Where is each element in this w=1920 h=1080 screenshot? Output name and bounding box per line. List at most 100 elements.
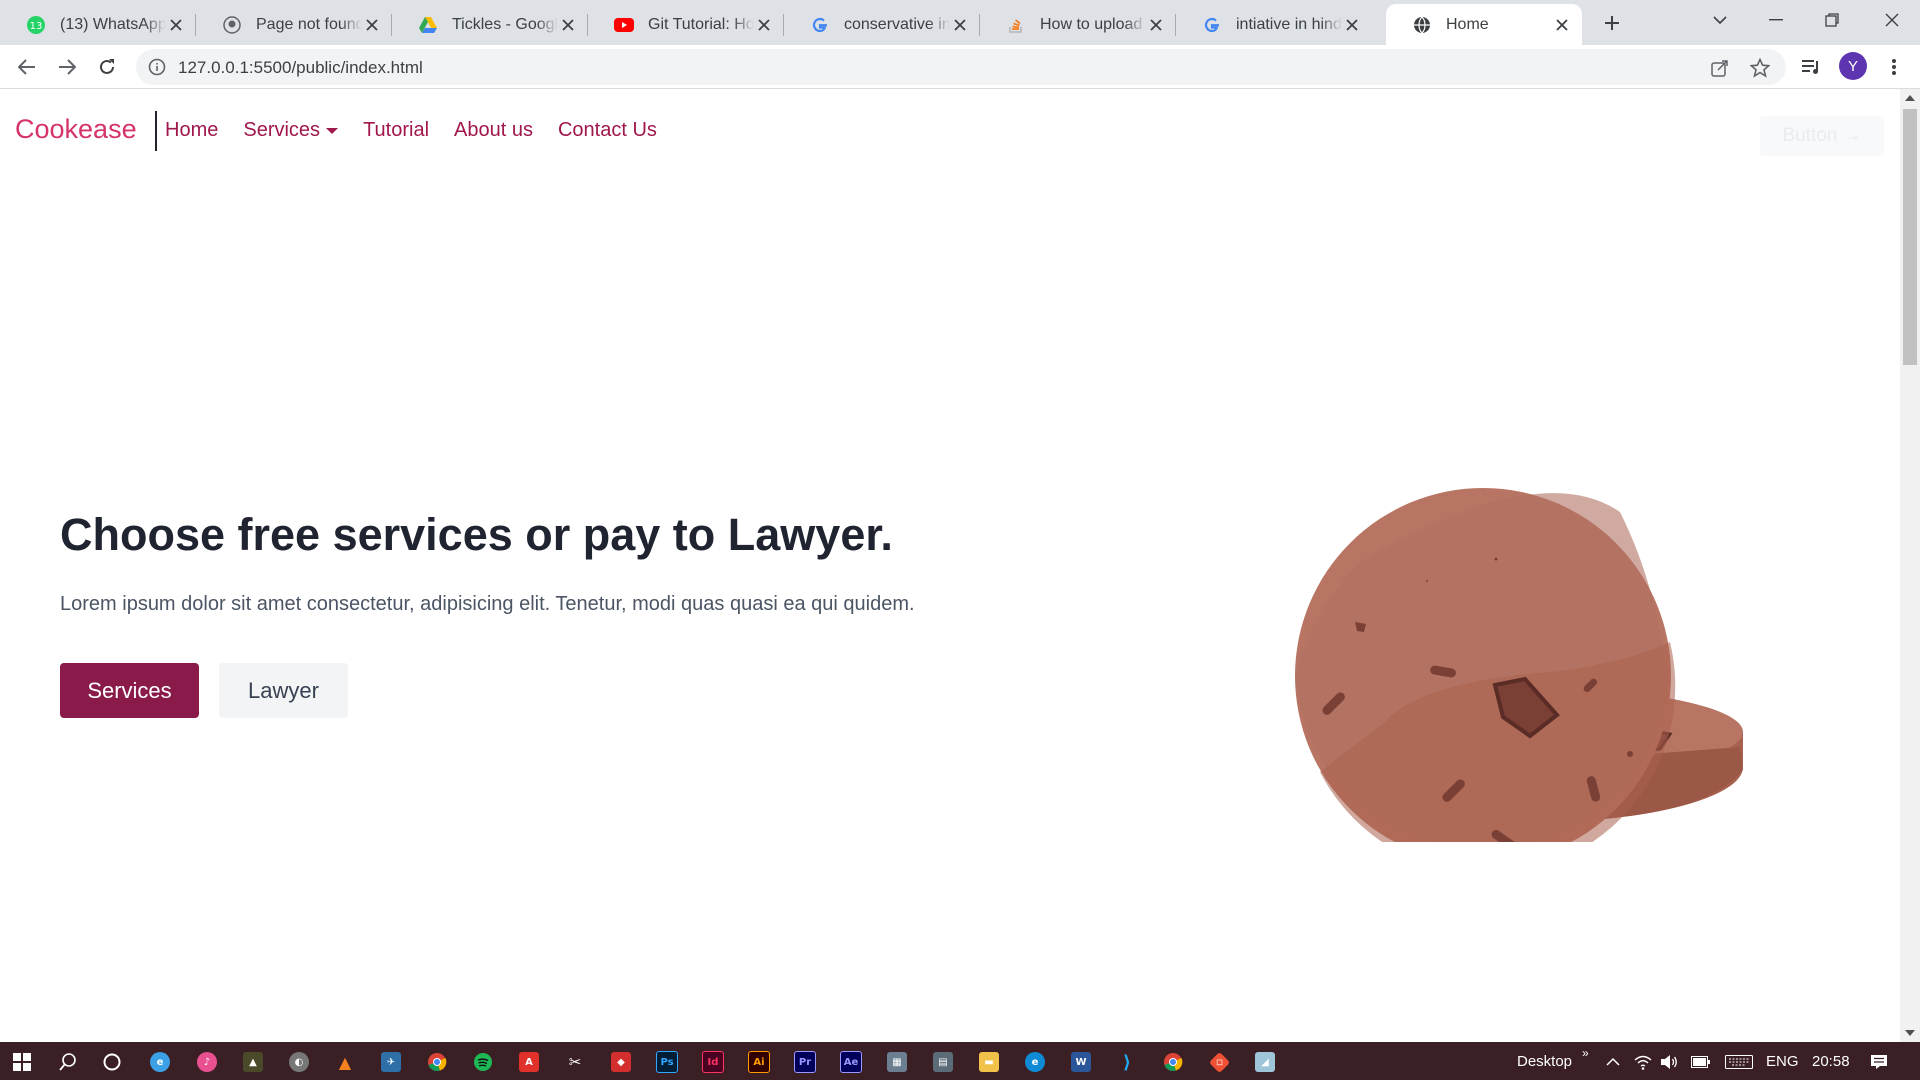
youtube-icon (614, 15, 634, 35)
minimize-button[interactable] (1748, 0, 1804, 40)
tab-google-search[interactable]: conservative in hindi (784, 4, 980, 45)
close-icon[interactable] (754, 15, 774, 35)
nav-contact[interactable]: Contact Us (558, 119, 657, 142)
caret-down-icon (326, 127, 339, 134)
windows-start-icon[interactable] (11, 1051, 33, 1073)
forward-button[interactable] (53, 53, 81, 81)
close-icon[interactable] (166, 15, 186, 35)
photoshop-icon[interactable]: Ps (656, 1051, 678, 1073)
calculator-icon[interactable]: ▤ (932, 1051, 954, 1073)
lawyer-button[interactable]: Lawyer (219, 663, 348, 718)
app-icon[interactable]: ◢ (1254, 1051, 1276, 1073)
address-bar[interactable]: 127.0.0.1:5500/public/index.html (136, 49, 1786, 85)
browser-app-icon[interactable]: e (149, 1051, 171, 1073)
nav-home[interactable]: Home (165, 119, 218, 142)
clock[interactable]: 20:58 (1812, 1053, 1850, 1070)
info-icon[interactable] (148, 58, 166, 81)
new-tab-button[interactable] (1599, 10, 1625, 36)
nav-services[interactable]: Services (243, 119, 339, 142)
chevron-up-icon[interactable] (1602, 1051, 1624, 1073)
keyboard-icon[interactable] (1724, 1051, 1754, 1073)
app-icon[interactable]: ✈ (380, 1051, 402, 1073)
vlc-icon[interactable]: ▲ (334, 1051, 356, 1073)
tab-stackoverflow[interactable]: How to upload folder (980, 4, 1176, 45)
tab-google-search-2[interactable]: intiative in hindi - Google (1176, 4, 1372, 45)
premiere-icon[interactable]: Pr (794, 1051, 816, 1073)
share-icon[interactable] (1709, 57, 1731, 79)
tab-youtube[interactable]: Git Tutorial: How to (588, 4, 784, 45)
close-icon[interactable] (950, 15, 970, 35)
tab-title: Page not found · GitHub (256, 15, 362, 33)
app-icon[interactable]: ▲ (242, 1051, 264, 1073)
battery-icon[interactable] (1690, 1051, 1712, 1073)
hero-title: Choose free services or pay to Lawyer. (60, 509, 893, 560)
volume-icon[interactable] (1658, 1051, 1680, 1073)
nav-tutorial[interactable]: Tutorial (363, 119, 429, 142)
app-icon[interactable]: ◆ (610, 1051, 632, 1073)
tab-title: How to upload folder (1040, 15, 1146, 33)
reload-button[interactable] (93, 53, 121, 81)
tab-title: Git Tutorial: How to (648, 15, 754, 33)
scroll-down-icon[interactable] (1905, 1030, 1915, 1036)
web-page: Cookease Home Services Tutorial About us… (0, 89, 1900, 1042)
word-icon[interactable]: W (1070, 1051, 1092, 1073)
after-effects-icon[interactable]: Ae (840, 1051, 862, 1073)
itunes-icon[interactable]: ♪ (196, 1051, 218, 1073)
header-button[interactable]: Button → (1760, 116, 1884, 156)
scroll-up-icon[interactable] (1905, 95, 1915, 101)
spotify-icon[interactable] (472, 1051, 494, 1073)
page-scrollbar[interactable] (1900, 89, 1920, 1042)
edge-icon[interactable]: e (1024, 1051, 1046, 1073)
nav-services-label: Services (243, 119, 321, 141)
git-icon[interactable]: ◇ (1208, 1051, 1230, 1073)
close-icon[interactable] (1342, 15, 1362, 35)
wifi-icon[interactable] (1632, 1051, 1654, 1073)
tab-search-button[interactable] (1692, 0, 1748, 40)
profile-avatar[interactable]: Y (1839, 52, 1867, 80)
close-icon[interactable] (1552, 15, 1572, 35)
github-icon (222, 15, 242, 35)
tab-title: conservative in hindi (844, 15, 950, 33)
acrobat-icon[interactable]: A (518, 1051, 540, 1073)
scroll-thumb[interactable] (1903, 109, 1917, 365)
indesign-icon[interactable]: Id (702, 1051, 724, 1073)
vscode-icon[interactable]: ⟩ (1116, 1051, 1138, 1073)
tab-title: intiative in hindi - Google (1236, 15, 1342, 33)
app-icon[interactable]: ✂ (564, 1051, 586, 1073)
tab-github[interactable]: Page not found · GitHub (196, 4, 392, 45)
close-window-button[interactable] (1864, 0, 1920, 40)
close-icon[interactable] (362, 15, 382, 35)
notifications-icon[interactable] (1868, 1051, 1890, 1073)
whatsapp-icon: 13 (26, 15, 46, 35)
illustrator-icon[interactable]: Ai (748, 1051, 770, 1073)
chrome-active-icon[interactable] (1162, 1051, 1184, 1073)
menu-kebab-icon[interactable] (1880, 53, 1908, 81)
tab-whatsapp[interactable]: 13 (13) WhatsApp (0, 4, 196, 45)
media-control-icon[interactable] (1797, 53, 1825, 81)
windows-taskbar: e ♪ ▲ ◐ ▲ ✈ A ✂ ◆ Ps Id Ai Pr Ae ▦ ▤ ▬ e… (0, 1042, 1920, 1080)
chrome-icon[interactable] (426, 1051, 448, 1073)
cortana-icon[interactable] (101, 1051, 123, 1073)
close-icon[interactable] (558, 15, 578, 35)
desktop-label[interactable]: Desktop (1517, 1053, 1572, 1070)
app-icon[interactable]: ▦ (886, 1051, 908, 1073)
close-icon[interactable] (1146, 15, 1166, 35)
file-explorer-icon[interactable]: ▬ (978, 1051, 1000, 1073)
hero-subtitle: Lorem ipsum dolor sit amet consectetur, … (60, 593, 915, 615)
tab-title: Home (1446, 15, 1489, 33)
brand-logo[interactable]: Cookease (15, 111, 157, 151)
app-icon[interactable]: ◐ (288, 1051, 310, 1073)
google-icon (1202, 15, 1222, 35)
services-button[interactable]: Services (60, 663, 199, 718)
nav-about[interactable]: About us (454, 119, 533, 142)
back-button[interactable] (13, 53, 41, 81)
language-indicator[interactable]: ENG (1766, 1053, 1799, 1070)
url-text[interactable]: 127.0.0.1:5500/public/index.html (178, 58, 423, 78)
search-icon[interactable] (57, 1051, 79, 1073)
tab-home[interactable]: Home (1386, 4, 1582, 45)
chevron-right-icon[interactable]: » (1582, 1046, 1589, 1060)
tab-strip: 13 (13) WhatsApp Page not found · GitHub… (0, 0, 1920, 45)
bookmark-star-icon[interactable] (1749, 57, 1771, 79)
tab-google-drive[interactable]: Tickles - Google Drive (392, 4, 588, 45)
restore-button[interactable] (1804, 0, 1860, 40)
